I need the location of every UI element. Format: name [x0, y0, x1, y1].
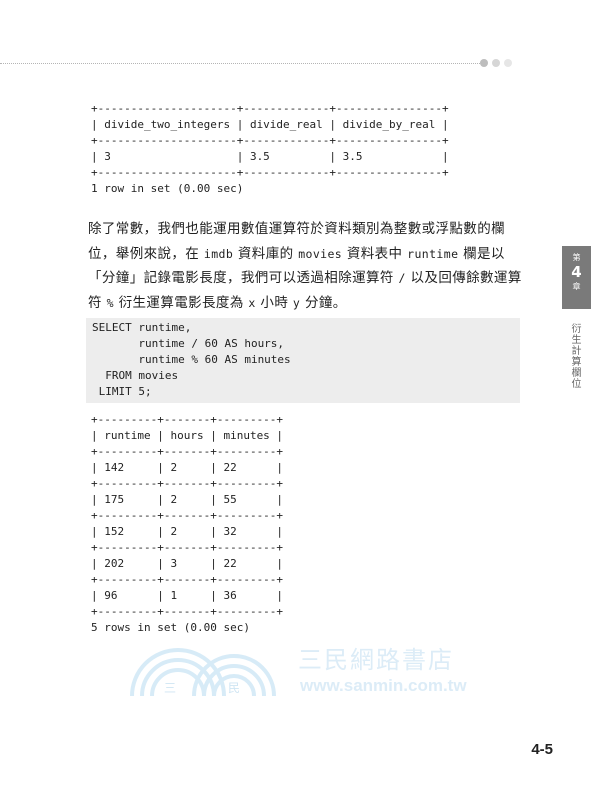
table-border: +---------------------+-------------+---… [91, 102, 449, 115]
table-border: +---------+-------+---------+ [91, 445, 284, 458]
chapter-tab-bottom: 章 [572, 282, 581, 291]
svg-text:三: 三 [164, 681, 176, 695]
sql-code-block: SELECT runtime, runtime / 60 AS hours, r… [86, 318, 520, 403]
table-border: +---------+-------+---------+ [91, 413, 284, 426]
code-line: runtime / 60 AS hours, [92, 337, 285, 350]
table-border: +---------+-------+---------+ [91, 541, 284, 554]
code-line: FROM movies [92, 369, 179, 382]
table-header: | runtime | hours | minutes | [91, 429, 284, 442]
table-border: +---------------------+-------------+---… [91, 166, 449, 179]
inline-code: movies [298, 246, 343, 261]
code-line: LIMIT 5; [92, 385, 152, 398]
inline-code: imdb [203, 246, 234, 261]
rows-in-set: 5 rows in set (0.00 sec) [91, 621, 250, 634]
para-text: 資料表中 [342, 245, 408, 262]
inline-code: / [398, 271, 406, 285]
result-table-1: +---------------------+-------------+---… [91, 101, 449, 197]
result-table-2: +---------+-------+---------+ | runtime … [91, 412, 283, 636]
table-row: | 175 | 2 | 55 | [91, 493, 284, 506]
para-text: 衍生運算電影長度為 [113, 294, 249, 311]
header-dot [480, 59, 488, 67]
inline-code: runtime [407, 246, 459, 261]
chapter-tab: 第 4 章 [562, 246, 591, 309]
para-text: 分鐘。 [300, 294, 347, 311]
table-header: | divide_two_integers | divide_real | di… [91, 118, 449, 131]
table-row: | 152 | 2 | 32 | [91, 525, 284, 538]
table-border: +---------+-------+---------+ [91, 509, 284, 522]
inline-code: x [248, 295, 256, 310]
header-rule [0, 63, 486, 64]
para-text: 小時 [255, 294, 293, 311]
code-text: SELECT runtime, runtime / 60 AS hours, r… [92, 320, 291, 400]
table-border: +---------+-------+---------+ [91, 573, 284, 586]
header-dot [504, 59, 512, 67]
table-border: +---------+-------+---------+ [91, 477, 284, 490]
table-border: +---------------------+-------------+---… [91, 134, 449, 147]
body-paragraph: 除了常數，我們也能運用數值運算符於資料類別為整數或浮點數的欄位，舉例來說，在 i… [88, 217, 528, 315]
watermark-logo: 三 民 三民網路書店 www.sanmin.com.tw [130, 646, 467, 697]
inline-code: % [106, 295, 114, 310]
chapter-title: 衍生計算欄位 [569, 323, 580, 389]
para-text: 資料庫的 [233, 245, 299, 262]
svg-text:民: 民 [228, 681, 240, 695]
table-row: | 142 | 2 | 22 | [91, 461, 284, 474]
svg-text:www.sanmin.com.tw: www.sanmin.com.tw [299, 676, 467, 695]
table-border: +---------+-------+---------+ [91, 605, 284, 618]
header-dots [480, 59, 512, 67]
table-row: | 3 | 3.5 | 3.5 | [91, 150, 449, 163]
chapter-number: 4 [571, 263, 582, 281]
chapter-tab-top: 第 [572, 253, 581, 262]
table-row: | 96 | 1 | 36 | [91, 589, 284, 602]
rows-in-set: 1 row in set (0.00 sec) [91, 182, 244, 195]
page-number: 4-5 [531, 741, 553, 758]
code-line: SELECT runtime, [92, 321, 192, 334]
svg-text:三民網路書店: 三民網路書店 [298, 646, 454, 674]
code-line: runtime % 60 AS minutes [92, 353, 291, 366]
header-dot [492, 59, 500, 67]
table-row: | 202 | 3 | 22 | [91, 557, 284, 570]
